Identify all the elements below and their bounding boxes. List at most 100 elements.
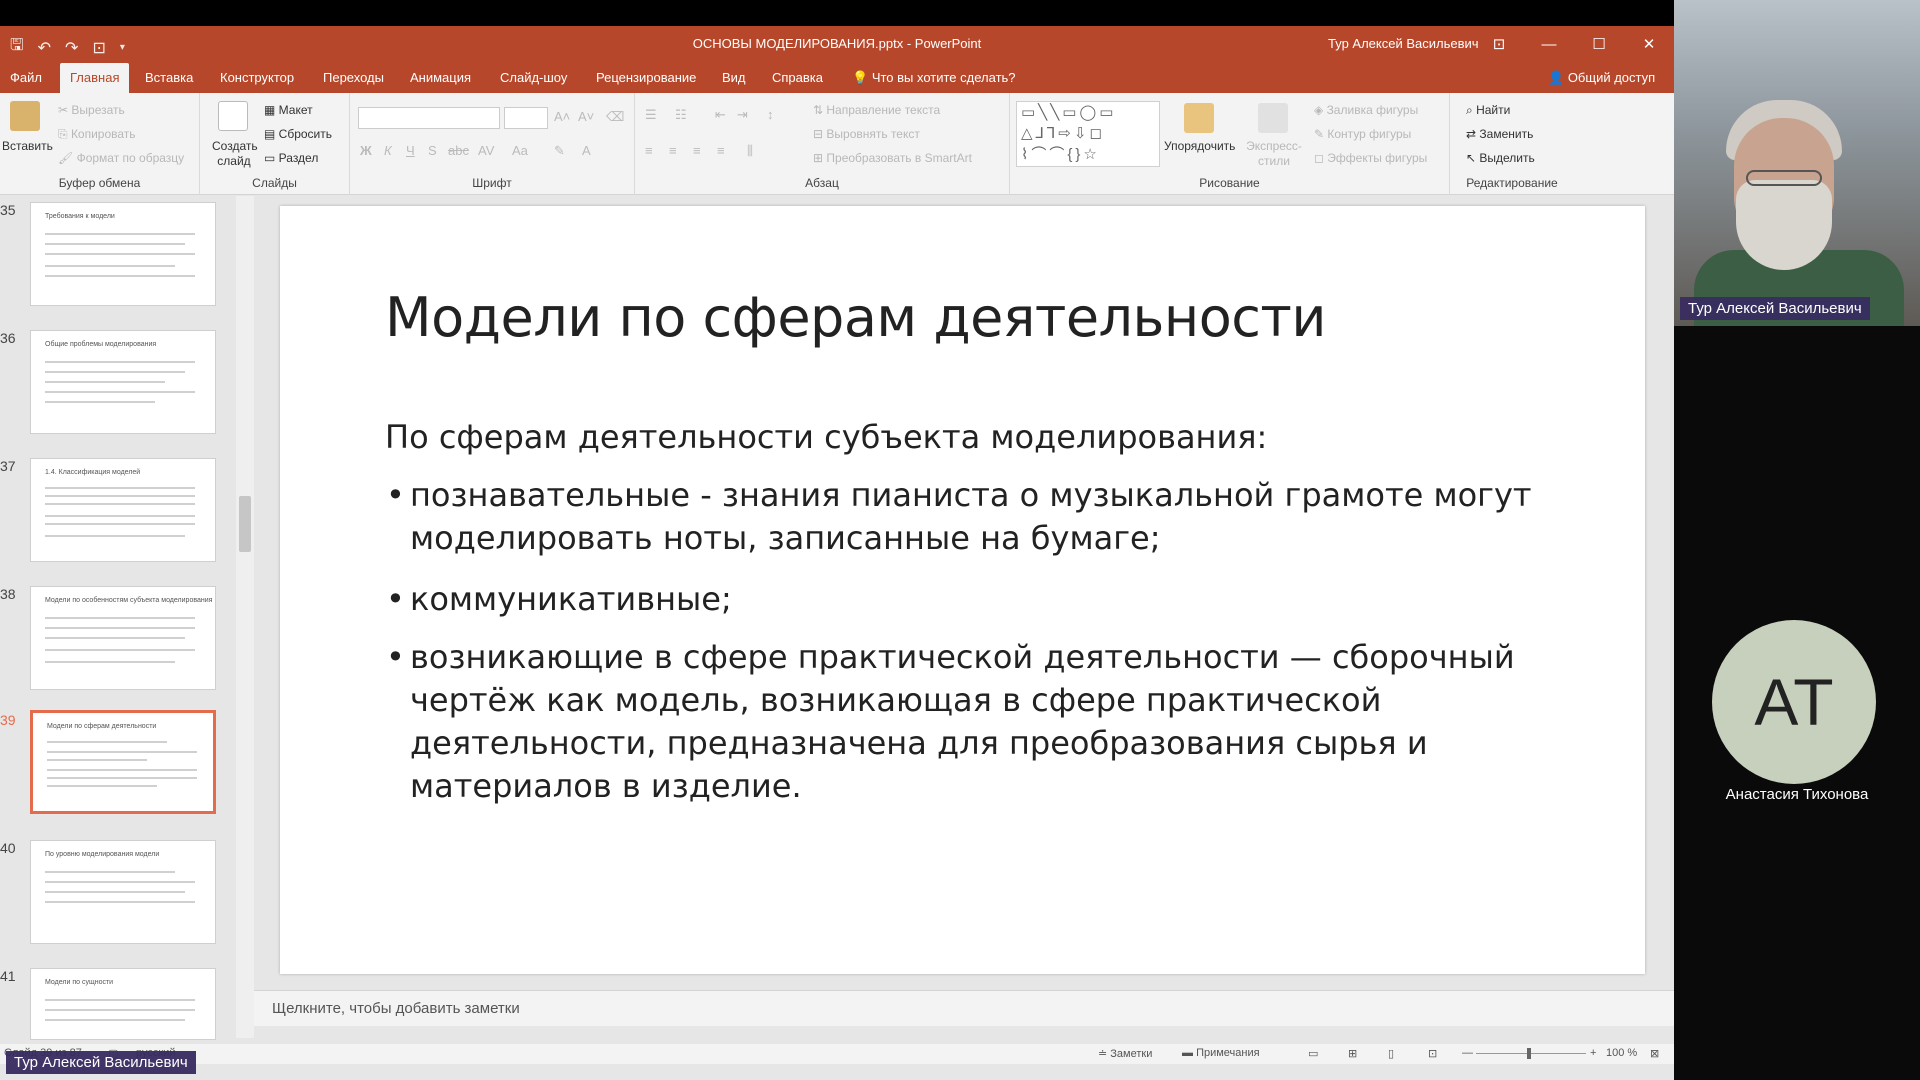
shadow-icon[interactable]: S xyxy=(428,143,437,158)
slide-thumbnail-36[interactable]: Общие проблемы моделирования xyxy=(30,330,216,434)
strikethrough-icon[interactable]: abc xyxy=(448,143,469,158)
bullet-item[interactable]: • возникающие в сфере практической деяте… xyxy=(386,636,1550,808)
slide-thumbnail-41[interactable]: Модели по сущности xyxy=(30,968,216,1040)
section-button[interactable]: ▭ Раздел xyxy=(264,151,318,165)
bullet-item[interactable]: • коммуникативные; xyxy=(386,578,1550,621)
reset-button[interactable]: ▤ Сбросить xyxy=(264,127,332,141)
shape-outline-label: Контур фигуры xyxy=(1327,127,1412,141)
minimize-button[interactable]: — xyxy=(1524,26,1574,63)
tab-help[interactable]: Справка xyxy=(762,63,833,93)
reading-view-icon[interactable]: ▯ xyxy=(1388,1047,1394,1060)
tab-design[interactable]: Конструктор xyxy=(210,63,304,93)
quick-styles-icon[interactable] xyxy=(1258,103,1288,133)
thumbnail-number: 41 xyxy=(0,968,16,984)
ribbon-display-options-button[interactable]: ⊡ xyxy=(1474,26,1524,63)
slideshow-view-icon[interactable]: ⊡ xyxy=(1428,1047,1437,1060)
slide-thumbnail-35[interactable]: Требования к модели xyxy=(30,202,216,306)
shapes-gallery[interactable]: ▭╲╲▭◯▭ △⅃⅂⇨⇩◻ ⌇⌒⌒{}☆ xyxy=(1016,101,1160,167)
shape-effects-button[interactable]: ◻ Эффекты фигуры xyxy=(1314,151,1427,165)
decrease-indent-icon[interactable]: ⇤ xyxy=(715,107,726,123)
notes-toggle[interactable]: ≐ Заметки xyxy=(1098,1047,1152,1060)
slide-subtitle[interactable]: По сферам деятельности субъекта моделиро… xyxy=(385,418,1267,456)
new-slide-icon[interactable] xyxy=(218,101,248,131)
tell-me-search[interactable]: 💡 Что вы хотите сделать? xyxy=(842,63,1026,93)
clear-formatting-icon[interactable]: ⌫ xyxy=(606,109,624,125)
tab-slideshow[interactable]: Слайд-шоу xyxy=(490,63,577,93)
shape-outline-button[interactable]: ✎ Контур фигуры xyxy=(1314,127,1411,141)
normal-view-icon[interactable]: ▭ xyxy=(1308,1047,1318,1060)
thumbnail-scrollbar[interactable] xyxy=(236,196,254,1038)
align-center-icon[interactable]: ≡ xyxy=(669,143,677,158)
font-name-box[interactable] xyxy=(358,107,500,129)
justify-icon[interactable]: ≡ xyxy=(717,143,725,158)
columns-icon[interactable]: ⫼ xyxy=(747,143,753,159)
thumbnail-title: По уровню моделирования модели xyxy=(45,851,160,858)
account-name[interactable]: Тур Алексей Васильевич xyxy=(1328,36,1479,51)
tab-file[interactable]: Файл xyxy=(0,63,52,93)
scrollbar-thumb[interactable] xyxy=(239,496,251,552)
paste-icon[interactable] xyxy=(10,101,40,131)
cut-button[interactable]: ✂ Вырезать xyxy=(58,103,125,117)
replace-button[interactable]: ⇄ Заменить xyxy=(1466,127,1533,141)
slide-thumbnail-40[interactable]: По уровню моделирования модели xyxy=(30,840,216,944)
format-painter-button[interactable]: 🖌 Формат по образцу xyxy=(58,151,184,165)
find-button[interactable]: ⌕ Найти xyxy=(1466,103,1510,118)
current-slide[interactable]: Модели по сферам деятельности По сферам … xyxy=(280,206,1645,974)
underline-icon[interactable]: Ч xyxy=(406,143,415,158)
tab-insert[interactable]: Вставка xyxy=(135,63,203,93)
shape-fill-button[interactable]: ◈ Заливка фигуры xyxy=(1314,103,1418,117)
tab-review[interactable]: Рецензирование xyxy=(586,63,706,93)
zoom-slider-thumb[interactable] xyxy=(1527,1048,1531,1059)
bullets-icon[interactable]: ☰ xyxy=(645,107,657,123)
slide-title[interactable]: Модели по сферам деятельности xyxy=(385,286,1326,349)
increase-font-icon[interactable]: A˄ xyxy=(554,109,570,124)
arrange-button[interactable]: Упорядочить xyxy=(1164,139,1235,153)
zoom-slider[interactable] xyxy=(1476,1053,1586,1054)
close-button[interactable]: ✕ xyxy=(1624,26,1674,63)
change-case-icon[interactable]: Aa xyxy=(512,143,528,158)
bold-icon[interactable]: Ж xyxy=(360,143,372,158)
align-left-icon[interactable]: ≡ xyxy=(645,143,653,158)
zoom-level[interactable]: 100 % xyxy=(1606,1047,1637,1059)
layout-button[interactable]: ▦ Макет xyxy=(264,103,313,117)
slide-thumbnail-37[interactable]: 1.4. Классификация моделей xyxy=(30,458,216,562)
numbering-icon[interactable]: ☷ xyxy=(675,107,687,123)
font-color-icon[interactable]: A xyxy=(582,143,591,158)
select-button[interactable]: ↖ Выделить xyxy=(1466,151,1535,165)
font-size-box[interactable] xyxy=(504,107,548,129)
arrange-icon[interactable] xyxy=(1184,103,1214,133)
maximize-button[interactable]: ☐ xyxy=(1574,26,1624,63)
increase-indent-icon[interactable]: ⇥ xyxy=(737,107,748,123)
text-direction-button[interactable]: ⇅ Направление текста xyxy=(813,103,940,117)
slide-thumbnail-39-selected[interactable]: Модели по сферам деятельности xyxy=(30,710,216,814)
slide-sorter-icon[interactable]: ⊞ xyxy=(1348,1047,1357,1060)
slide-thumbnail-38[interactable]: Модели по особенностям субъекта моделиро… xyxy=(30,586,216,690)
tell-me-label: Что вы хотите сделать? xyxy=(871,70,1016,85)
smartart-button[interactable]: ⊞ Преобразовать в SmartArt xyxy=(813,151,972,165)
thumbnail-title: Модели по сферам деятельности xyxy=(47,723,157,730)
notes-pane[interactable]: Щелкните, чтобы добавить заметки xyxy=(254,990,1674,1026)
new-slide-button[interactable]: Создать слайд xyxy=(212,139,258,169)
char-spacing-icon[interactable]: AV xyxy=(478,143,494,158)
tab-animations[interactable]: Анимация xyxy=(400,63,481,93)
share-button[interactable]: 👤 Общий доступ xyxy=(1538,63,1665,93)
copy-button[interactable]: ⎘ Копировать xyxy=(58,127,136,142)
align-text-button[interactable]: ⊟ Выровнять текст xyxy=(813,127,920,141)
line-spacing-icon[interactable]: ↕ xyxy=(767,107,774,122)
video-call-panel: Тур Алексей Васильевич АТ Анастасия Тихо… xyxy=(1674,0,1920,1080)
highlight-icon[interactable]: ✎ xyxy=(554,143,565,159)
decrease-font-icon[interactable]: A˅ xyxy=(578,109,594,124)
comments-toggle[interactable]: ▬ Примечания xyxy=(1182,1047,1260,1059)
bullet-item[interactable]: • познавательные - знания пианиста о муз… xyxy=(386,474,1550,560)
fit-to-window-icon[interactable]: ⊠ xyxy=(1650,1047,1659,1060)
editing-group-label: Редактирование xyxy=(1466,176,1558,190)
tab-view[interactable]: Вид xyxy=(712,63,756,93)
zoom-in-icon[interactable]: + xyxy=(1590,1047,1596,1059)
zoom-out-icon[interactable]: — xyxy=(1462,1047,1473,1059)
align-right-icon[interactable]: ≡ xyxy=(693,143,701,158)
tab-transitions[interactable]: Переходы xyxy=(313,63,394,93)
paste-button[interactable]: Вставить xyxy=(2,139,53,153)
tab-home[interactable]: Главная xyxy=(60,63,130,93)
quick-styles-button[interactable]: Экспресс-стили xyxy=(1246,139,1302,169)
italic-icon[interactable]: К xyxy=(384,143,392,158)
